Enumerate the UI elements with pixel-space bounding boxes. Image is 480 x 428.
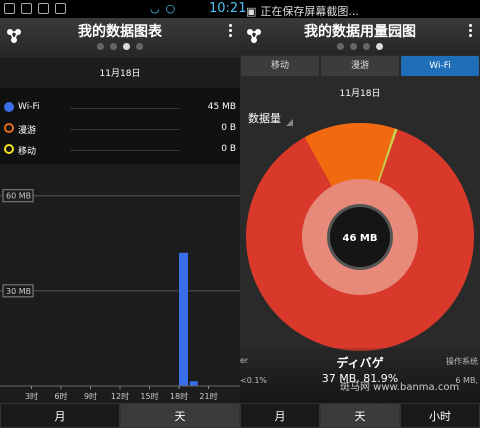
prev-app-value: <0.1% [240,376,268,385]
network-tabs: 移动 漫游 Wi-Fi [240,56,480,76]
left-panel-data-chart: 我的数据图表 11月18日 Wi-Fi 45 MB 漫游 0 B 移动 0 B 30 MB… [0,18,240,428]
bar-chart: 30 MB 60 MB 3时 6时 9时 12时 15时 18时 21时 [0,164,240,404]
page-title: 我的数据图表 [78,24,162,40]
legend-item[interactable]: Wi-Fi 45 MB [0,98,240,118]
x-tick-label: 9时 [84,391,97,401]
page-dot[interactable] [136,43,143,50]
legend-divider [70,129,180,130]
selected-app-info: ディバゲ 37 MB, 81.9% er <0.1% 操作系统 6 MB, [240,348,480,403]
y-tick-label: 60 MB [6,192,31,201]
status-bar: ◡ ○ 10:21 ▣ 正在保存屏幕截图... [0,0,480,18]
notification-icon [55,3,66,14]
app-bar: 我的数据图表 [0,18,240,58]
network-tab[interactable]: Wi-Fi [401,56,479,76]
notification-icon [21,3,32,14]
system-icons: ◡ ○ [150,2,175,15]
selected-app-name: ディバゲ [336,356,384,370]
page-dot[interactable] [363,43,370,50]
notification-icon [4,3,15,14]
legend-color-icon [4,144,14,154]
tab-1[interactable]: 天 [120,403,240,428]
page-dot[interactable] [97,43,104,50]
page-dot[interactable] [350,43,357,50]
page-dot[interactable] [337,43,344,50]
prev-app-label: er [240,356,249,365]
bar-chart-svg: 30 MB 60 MB 3时 6时 9时 12时 15时 18时 21时 [0,189,240,401]
network-tab[interactable]: 漫游 [321,56,399,76]
x-tick-label: 3时 [25,391,38,401]
period-tabs: 月天 [0,403,240,428]
page-indicator [240,43,480,50]
next-app-label: 操作系统 [446,357,478,366]
legend-divider [70,108,180,109]
legend-value: 45 MB [207,102,236,112]
legend-label: 移动 [18,147,37,157]
y-tick-label: 30 MB [6,287,31,296]
sync-icon: ○ [165,2,176,15]
page-dot[interactable] [110,43,117,50]
overflow-menu-icon[interactable] [226,22,234,40]
overflow-menu-icon[interactable] [466,22,474,40]
page-dot[interactable] [123,43,130,50]
notification-icon [38,3,49,14]
legend-color-icon [4,102,14,112]
x-tick-label: 15时 [140,391,158,401]
legend-label: Wi-Fi [18,102,40,112]
app-bar: 我的数据用量园图 [240,18,480,54]
donut-center-value: 46 MB [343,233,378,244]
date-label: 11月18日 [99,69,141,79]
x-tick-label: 12时 [111,391,129,401]
tab-0[interactable]: 月 [0,403,120,428]
legend-value: 0 B [221,144,236,154]
legend-divider [70,150,180,151]
page-indicator [0,43,240,50]
wifi-icon: ◡ [150,2,160,15]
tab-0[interactable]: 月 [240,403,320,428]
notification-ticker: ▣ 正在保存屏幕截图... [246,4,359,19]
legend-value: 0 B [221,123,236,133]
screenshot-icon: ▣ [246,4,257,18]
bar[interactable] [189,381,198,386]
x-tick-label: 6时 [54,391,67,401]
page-dot[interactable] [376,43,383,50]
legend: Wi-Fi 45 MB 漫游 0 B 移动 0 B [0,88,240,164]
page-title: 我的数据用量园图 [304,24,416,40]
date-label: 11月18日 [339,89,381,99]
legend-item[interactable]: 移动 0 B [0,140,240,160]
donut-chart[interactable]: 46 MB [240,123,480,353]
period-tabs: 月天小时 [240,403,480,428]
clock: 10:21 [209,1,247,16]
x-tick-label: 21时 [199,391,217,401]
network-tab[interactable]: 移动 [241,56,319,76]
notification-icons [4,3,66,14]
legend-label: 漫游 [18,126,37,136]
right-panel-donut: 我的数据用量园图 移动 漫游 Wi-Fi 11月18日 数据量 46 MB ディバゲ… [240,18,480,428]
legend-item[interactable]: 漫游 0 B [0,119,240,139]
tab-2[interactable]: 小时 [400,403,480,428]
legend-color-icon [4,123,14,133]
bar[interactable] [179,252,188,386]
tab-1[interactable]: 天 [320,403,400,428]
x-tick-label: 18时 [170,391,188,401]
watermark: 斑马网 www.banma.com [340,382,460,393]
